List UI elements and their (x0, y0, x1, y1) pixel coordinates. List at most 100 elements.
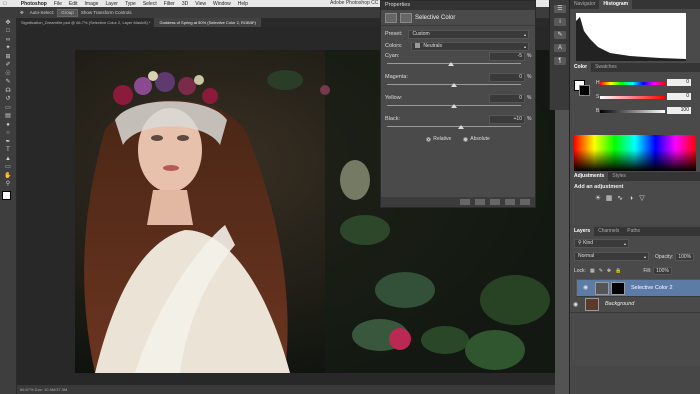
pen-tool-icon[interactable]: ✒ (3, 139, 13, 146)
slider-value[interactable]: +10 (489, 115, 525, 124)
dodge-tool-icon[interactable]: ○ (3, 130, 13, 137)
sat-value[interactable]: 0 (667, 93, 691, 100)
slider-track[interactable] (387, 82, 521, 88)
delete-icon[interactable] (520, 199, 530, 205)
menu-layer[interactable]: Layer (105, 1, 118, 7)
apple-icon[interactable]:  (3, 1, 7, 7)
bg-swatch[interactable] (579, 85, 590, 96)
tab-layers[interactable]: Layers (570, 227, 595, 236)
vibrance-icon[interactable]: ▽ (638, 195, 646, 203)
eraser-tool-icon[interactable]: ▭ (3, 105, 13, 112)
app-menu[interactable]: Photoshop (21, 1, 47, 7)
slider-track[interactable] (387, 61, 521, 67)
hand-tool-icon[interactable]: ✋ (3, 173, 13, 180)
preset-select[interactable]: Custom (408, 29, 529, 39)
visibility-icon[interactable] (505, 199, 515, 205)
lock-position-icon[interactable]: ✥ (607, 268, 611, 274)
tab-adjustments[interactable]: Adjustments (570, 172, 609, 181)
brush-tool-icon[interactable]: ✎ (3, 79, 13, 86)
kind-filter[interactable]: ⚲ Kind (574, 239, 629, 248)
lock-transparent-icon[interactable]: ▦ (590, 268, 595, 274)
slider-knob[interactable] (451, 83, 457, 87)
menu-window[interactable]: Window (213, 1, 231, 7)
character-icon[interactable]: A (554, 44, 566, 52)
menu-view[interactable]: View (195, 1, 206, 7)
exposure-icon[interactable]: ◑ (627, 195, 635, 203)
eye-icon[interactable]: ◉ (573, 301, 581, 308)
color-swatches[interactable] (0, 191, 16, 207)
layer-name[interactable]: Selective Color 2 (631, 285, 673, 292)
foreground-color[interactable] (2, 191, 11, 200)
tab-swatches[interactable]: Swatches (591, 63, 621, 72)
hue-value[interactable]: 0 (667, 79, 691, 86)
crop-tool-icon[interactable]: ⊞ (3, 54, 13, 61)
lasso-tool-icon[interactable]: ∞ (3, 37, 13, 44)
menu-file[interactable]: File (54, 1, 62, 7)
colors-select[interactable]: Neutrals (411, 41, 529, 51)
clone-tool-icon[interactable]: ☊ (3, 88, 13, 95)
tab-histogram[interactable]: Histogram (599, 0, 633, 9)
path-select-icon[interactable]: ▲ (3, 156, 13, 163)
layer-name[interactable]: Background (605, 301, 634, 307)
paragraph-icon[interactable]: ¶ (554, 57, 566, 65)
mask-icon[interactable] (400, 12, 412, 23)
show-transform-checkbox[interactable]: Show Transform Controls (81, 10, 132, 15)
clip-icon[interactable] (460, 199, 470, 205)
history-icon[interactable]: ☰ (554, 5, 566, 13)
tab-styles[interactable]: Styles (608, 172, 630, 181)
absolute-radio[interactable]: Absolute (463, 136, 490, 142)
menu-type[interactable]: Type (125, 1, 136, 7)
layer-row-selective-color[interactable]: ◉ Selective Color 2 (576, 279, 700, 297)
marquee-tool-icon[interactable]: □ (3, 28, 13, 35)
quick-select-tool-icon[interactable]: ✦ (3, 45, 13, 52)
relative-radio[interactable]: Relative (426, 136, 451, 142)
info-icon[interactable]: i (554, 18, 566, 26)
zoom-tool-icon[interactable]: ⚲ (3, 181, 13, 188)
type-tool-icon[interactable]: T (3, 147, 13, 154)
move-tool-icon[interactable]: ✥ (3, 20, 13, 27)
blur-tool-icon[interactable]: ● (3, 122, 13, 129)
tab-navigator[interactable]: Navigator (570, 0, 599, 9)
slider-knob[interactable] (451, 104, 457, 108)
eye-icon[interactable]: ◉ (583, 285, 591, 292)
sat-slider[interactable] (600, 96, 665, 99)
view-previous-icon[interactable] (475, 199, 485, 205)
menu-select[interactable]: Select (143, 1, 157, 7)
gradient-tool-icon[interactable]: ▤ (3, 113, 13, 120)
brush-preset-icon[interactable]: ✎ (554, 31, 566, 39)
menu-edit[interactable]: Edit (69, 1, 78, 7)
menu-image[interactable]: Image (85, 1, 99, 7)
brightness-icon[interactable]: ☀ (594, 195, 602, 203)
healing-tool-icon[interactable]: ☉ (3, 71, 13, 78)
eyedropper-tool-icon[interactable]: ✐ (3, 62, 13, 69)
shape-tool-icon[interactable]: ▭ (3, 164, 13, 171)
opacity-value[interactable]: 100% (675, 252, 695, 261)
slider-track[interactable] (387, 124, 521, 130)
bri-slider[interactable] (600, 110, 665, 113)
tab-paths[interactable]: Paths (623, 227, 644, 236)
doc-tab[interactable]: Signification_Dreamfire.psd @ 66.7% (Sel… (17, 18, 156, 27)
tab-color[interactable]: Color (570, 63, 592, 72)
slider-value[interactable]: 0 (489, 94, 525, 103)
hue-slider[interactable] (600, 82, 665, 85)
lock-all-icon[interactable]: 🔒 (615, 268, 621, 274)
curves-icon[interactable]: ∿ (616, 195, 624, 203)
layer-mask-thumb[interactable] (611, 281, 625, 295)
menu-help[interactable]: Help (238, 1, 248, 7)
tab-channels[interactable]: Channels (594, 227, 623, 236)
slider-value[interactable]: -5 (489, 52, 525, 61)
menu-filter[interactable]: Filter (164, 1, 175, 7)
slider-knob[interactable] (457, 125, 464, 129)
slider-value[interactable]: 0 (489, 73, 525, 82)
slider-knob[interactable] (447, 62, 454, 66)
fill-value[interactable]: 100% (653, 266, 672, 275)
bri-value[interactable]: 100 (667, 107, 691, 114)
slider-track[interactable] (387, 103, 521, 109)
reset-icon[interactable] (490, 199, 500, 205)
color-spectrum[interactable] (574, 135, 696, 171)
history-brush-icon[interactable]: ↺ (3, 96, 13, 103)
layer-row-background[interactable]: ◉ Background (570, 296, 700, 313)
lock-pixels-icon[interactable]: ✎ (599, 268, 603, 274)
blend-mode-select[interactable]: Normal (574, 252, 649, 261)
doc-tab-active[interactable]: Goddess of Spring at 50% (Selective Colo… (155, 18, 261, 27)
